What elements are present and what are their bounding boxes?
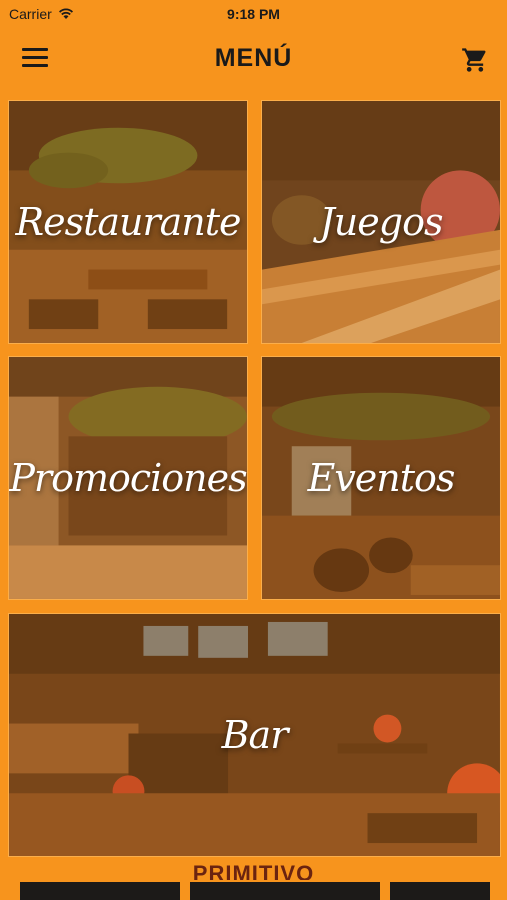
shopping-cart-icon bbox=[462, 48, 486, 72]
app-header: MENÚ bbox=[0, 28, 507, 92]
tile-label: Restaurante bbox=[15, 200, 241, 244]
tile-label: Eventos bbox=[307, 456, 456, 500]
tile-promociones[interactable]: Promociones bbox=[8, 356, 248, 600]
tile-label: Juegos bbox=[319, 200, 444, 244]
tile-bar[interactable]: Bar bbox=[8, 613, 501, 857]
next-tile-preview bbox=[0, 880, 507, 900]
status-bar: Carrier 9:18 PM bbox=[0, 0, 507, 28]
tile-eventos[interactable]: Eventos bbox=[261, 356, 501, 600]
tile-label: Promociones bbox=[9, 456, 247, 500]
tile-restaurante[interactable]: Restaurante bbox=[8, 100, 248, 344]
status-time: 9:18 PM bbox=[227, 6, 280, 22]
page-title: MENÚ bbox=[214, 44, 293, 72]
cart-button[interactable] bbox=[461, 46, 489, 74]
tile-juegos[interactable]: Juegos bbox=[261, 100, 501, 344]
tile-label: Bar bbox=[221, 713, 289, 757]
